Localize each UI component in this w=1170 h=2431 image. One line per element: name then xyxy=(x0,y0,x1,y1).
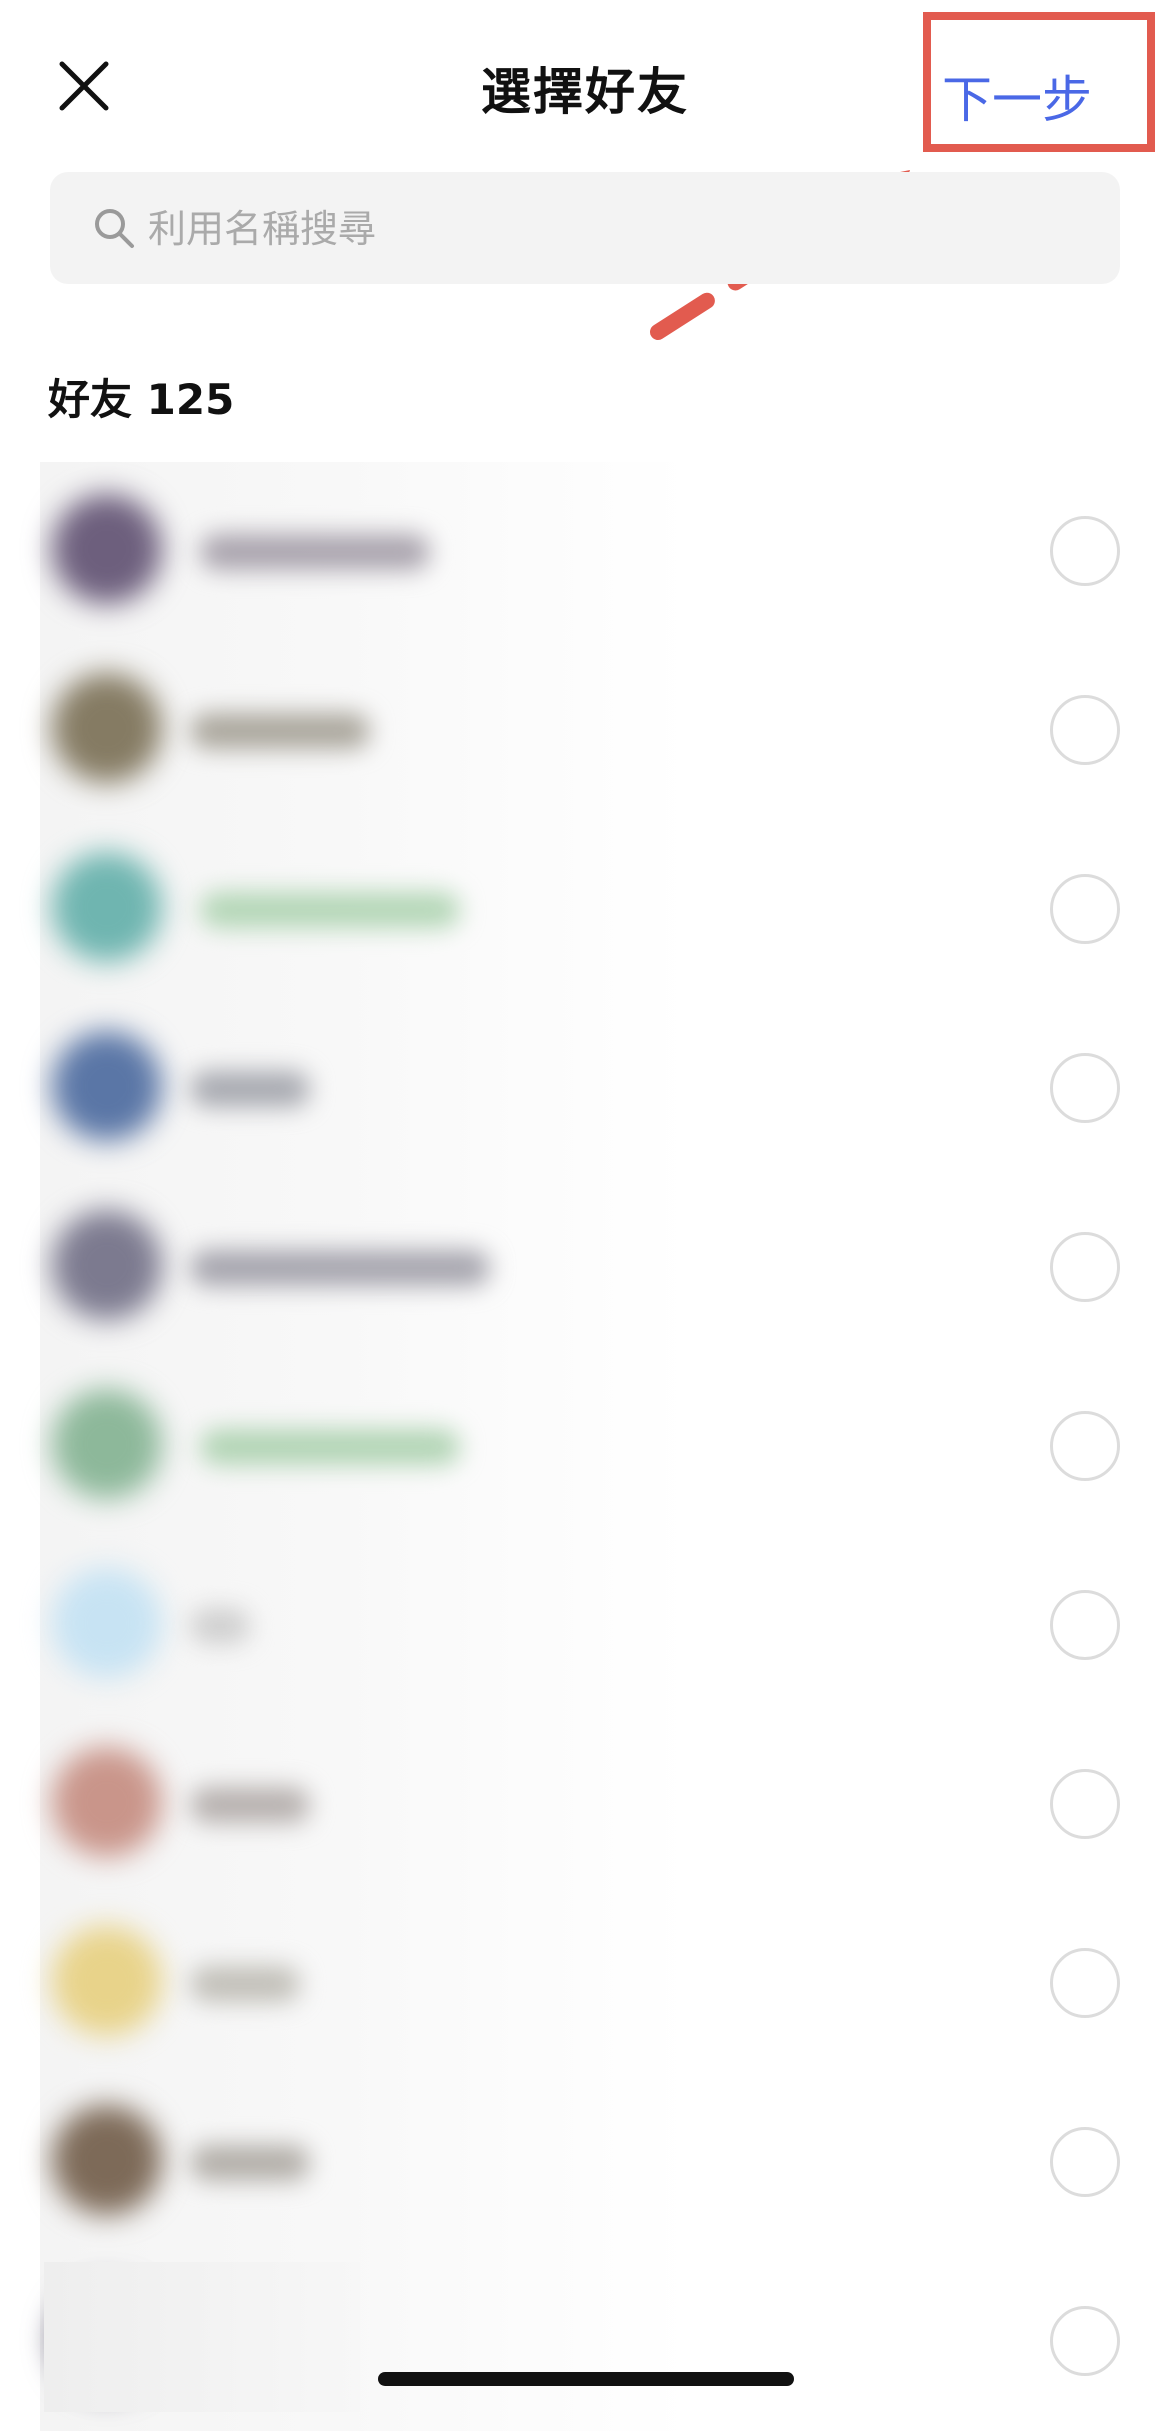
next-button[interactable]: 下一步 xyxy=(942,60,1092,132)
friend-row[interactable] xyxy=(0,999,1170,1178)
friends-section-label: 好友 xyxy=(48,375,133,424)
friend-row[interactable] xyxy=(0,1715,1170,1894)
header: 選擇好友 下一步 xyxy=(0,0,1170,170)
friend-row[interactable] xyxy=(0,641,1170,820)
avatar xyxy=(52,1568,162,1678)
search-bar[interactable] xyxy=(50,172,1120,286)
friend-row[interactable] xyxy=(0,1357,1170,1536)
select-radio[interactable] xyxy=(1050,1411,1120,1481)
avatar xyxy=(52,1031,162,1141)
friend-name-blurred xyxy=(200,1429,460,1465)
friends-section-header: 好友 125 xyxy=(48,366,234,427)
select-radio[interactable] xyxy=(1050,1053,1120,1123)
friend-row[interactable] xyxy=(0,820,1170,999)
friend-name-blurred xyxy=(190,1787,310,1823)
select-radio[interactable] xyxy=(1050,516,1120,586)
friend-name-blurred xyxy=(190,1250,490,1286)
friend-row[interactable] xyxy=(0,1536,1170,1715)
search-icon xyxy=(95,209,134,248)
friend-name-blurred xyxy=(190,1608,250,1644)
avatar xyxy=(52,1926,162,2036)
friend-row[interactable] xyxy=(0,1178,1170,1357)
avatar xyxy=(52,852,162,962)
friend-row[interactable] xyxy=(0,1894,1170,2073)
avatar xyxy=(52,2105,162,2215)
select-radio[interactable] xyxy=(1050,2306,1120,2376)
select-radio[interactable] xyxy=(1050,1590,1120,1660)
avatar xyxy=(52,1747,162,1857)
select-radio[interactable] xyxy=(1050,1769,1120,1839)
select-radio[interactable] xyxy=(1050,2127,1120,2197)
avatar xyxy=(52,1389,162,1499)
friend-name-blurred xyxy=(200,892,460,928)
close-button[interactable] xyxy=(44,44,124,124)
list-item-partial xyxy=(44,2262,360,2412)
select-radio[interactable] xyxy=(1050,1948,1120,2018)
avatar xyxy=(52,673,162,783)
friends-count: 125 xyxy=(146,375,235,424)
search-input[interactable] xyxy=(146,172,1090,286)
friend-name-blurred xyxy=(190,1966,300,2002)
select-radio[interactable] xyxy=(1050,874,1120,944)
home-indicator xyxy=(378,2372,794,2386)
friend-row[interactable] xyxy=(0,462,1170,641)
friend-name-blurred xyxy=(190,2145,310,2181)
select-radio[interactable] xyxy=(1050,1232,1120,1302)
friend-name-blurred xyxy=(200,534,430,570)
friend-name-blurred xyxy=(190,1071,310,1107)
close-icon xyxy=(59,61,109,111)
avatar xyxy=(52,1210,162,1320)
avatar xyxy=(52,494,162,604)
select-radio[interactable] xyxy=(1050,695,1120,765)
friend-name-blurred xyxy=(190,713,370,749)
friend-row[interactable] xyxy=(0,2073,1170,2252)
